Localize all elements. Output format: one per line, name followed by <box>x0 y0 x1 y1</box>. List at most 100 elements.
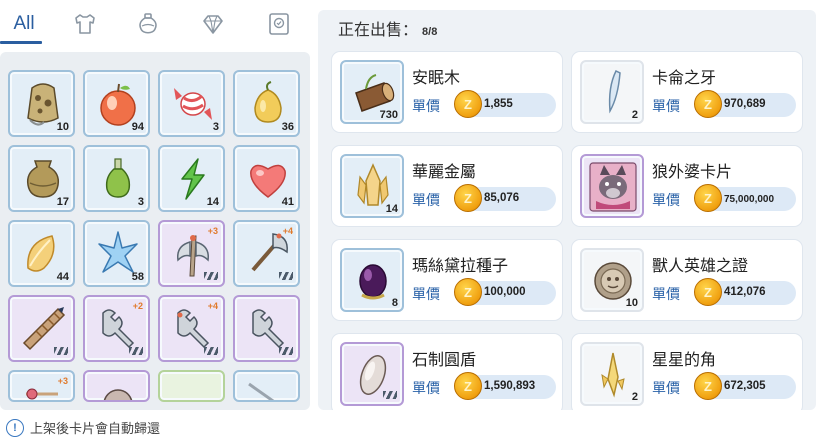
inventory-slot-9[interactable]: 44 <box>8 220 75 287</box>
listing-thumbnail <box>340 342 404 406</box>
auto-return-notice: ! 上架後卡片會自動歸還 <box>6 418 160 437</box>
item-grade-mark <box>383 391 397 399</box>
inventory-slot-1[interactable]: 10 <box>8 70 75 137</box>
inventory-panel[interactable]: 10 94 3 36 17 3 14 41 44 58 +3 +4 +2 +4 … <box>0 52 310 410</box>
shirt-icon <box>75 14 95 34</box>
listing-quantity: 2 <box>631 109 638 121</box>
unit-price-label: 單價 <box>652 381 680 397</box>
unit-price-label: 單價 <box>652 99 680 115</box>
listing-price: 412,076 <box>724 286 766 298</box>
listing-quantity: 8 <box>391 297 398 309</box>
listing-thumbnail: 730 <box>340 60 404 124</box>
listing-name: 狼外婆卡片 <box>652 162 733 181</box>
sale-count: 8/8 <box>422 26 438 38</box>
listing-name: 星星的角 <box>652 350 717 369</box>
card-icon <box>269 13 289 35</box>
slot-quantity: 3 <box>137 196 144 208</box>
listing-price: 100,000 <box>484 286 526 298</box>
wolf-card-icon <box>589 162 637 212</box>
inventory-slot-15[interactable]: +4 <box>158 295 225 362</box>
tab-consumable[interactable] <box>133 8 163 40</box>
zeny-coin-icon: Z <box>694 372 722 400</box>
inventory-slot-2[interactable]: 94 <box>83 70 150 137</box>
seed-icon <box>359 264 387 300</box>
listing-card[interactable]: 狼外婆卡片 單價 Z 75,000,000 <box>572 146 802 226</box>
listing-thumbnail: 8 <box>340 248 404 312</box>
slot-quantity: 94 <box>131 121 144 133</box>
listing-card[interactable]: 2 卡侖之牙 單價 Z 970,689 <box>572 52 802 132</box>
listing-name: 卡侖之牙 <box>652 68 717 87</box>
slot-quantity: 36 <box>281 121 294 133</box>
item-grade-mark <box>279 272 293 280</box>
zeny-coin-icon: Z <box>694 90 722 118</box>
listing-thumbnail: 10 <box>580 248 644 312</box>
listing-price: 672,305 <box>724 380 766 392</box>
unit-price-label: 單價 <box>412 287 440 303</box>
info-icon: ! <box>6 418 24 437</box>
inventory-slot-10[interactable]: 58 <box>83 220 150 287</box>
inventory-slot-16[interactable] <box>233 295 300 362</box>
slot-quantity: 41 <box>281 196 294 208</box>
inventory-tabs: All <box>0 0 310 46</box>
listing-card[interactable]: 14 華麗金屬 單價 Z 85,076 <box>332 146 562 226</box>
inventory-grid: 10 94 3 36 17 3 14 41 44 58 +3 +4 +2 +4 … <box>8 70 300 410</box>
slot-quantity: 44 <box>56 271 69 283</box>
inventory-slot-7[interactable]: 14 <box>158 145 225 212</box>
listing-thumbnail: 2 <box>580 60 644 124</box>
inventory-slot-5[interactable]: 17 <box>8 145 75 212</box>
listing-quantity: 730 <box>379 109 398 121</box>
slot-quantity: 3 <box>212 121 219 133</box>
sale-header: 正在出售： 8/8 <box>338 16 437 40</box>
listing-card[interactable]: 石制圓盾 單價 Z 1,590,893 <box>332 334 562 410</box>
listing-card[interactable]: 730 安眠木 單價 Z 1,855 <box>332 52 562 132</box>
inventory-slot-13[interactable] <box>8 295 75 362</box>
inventory-slot-3[interactable]: 3 <box>158 70 225 137</box>
inventory-slot-6[interactable]: 3 <box>83 145 150 212</box>
tab-all[interactable]: All <box>4 8 44 40</box>
staff-icon <box>26 388 58 400</box>
listing-thumbnail: 2 <box>580 342 644 406</box>
potion-icon <box>139 13 157 34</box>
listing-quantity: 10 <box>625 297 638 309</box>
tab-gem[interactable] <box>198 8 228 40</box>
inventory-slot-20[interactable] <box>233 370 300 402</box>
listing-name: 獸人英雄之證 <box>652 256 749 275</box>
listing-thumbnail <box>580 154 644 218</box>
inventory-slot-18[interactable] <box>83 370 150 402</box>
item-grade-mark <box>279 347 293 355</box>
inventory-slot-17[interactable]: +3 <box>8 370 75 402</box>
sale-panel: 正在出售： 8/8 730 安眠木 單價 Z 1,855 2 卡侖之牙 單價 Z <box>318 10 816 410</box>
listing-card[interactable]: 10 獸人英雄之證 單價 Z 412,076 <box>572 240 802 320</box>
inventory-slot-11[interactable]: +3 <box>158 220 225 287</box>
notice-text: 上架後卡片會自動歸還 <box>30 422 161 437</box>
zeny-coin-icon: Z <box>454 90 482 118</box>
inventory-slot-4[interactable]: 36 <box>233 70 300 137</box>
tab-armor[interactable] <box>70 8 100 40</box>
listing-name: 安眠木 <box>412 68 461 87</box>
listing-price: 1,855 <box>484 98 513 110</box>
item-grade-mark <box>129 347 143 355</box>
unit-price-label: 單價 <box>412 193 440 209</box>
listing-price: 1,590,893 <box>484 380 536 392</box>
listing-card[interactable]: 8 瑪絲黛拉種子 單價 Z 100,000 <box>332 240 562 320</box>
unit-price-label: 單價 <box>652 193 680 209</box>
tab-card[interactable] <box>264 8 294 40</box>
unit-price-label: 單價 <box>652 287 680 303</box>
listing-name: 瑪絲黛拉種子 <box>412 256 509 275</box>
slot-quantity: 10 <box>56 121 69 133</box>
inventory-slot-12[interactable]: +4 <box>233 220 300 287</box>
horn-icon <box>601 352 625 398</box>
zeny-coin-icon: Z <box>694 184 722 212</box>
listing-name: 華麗金屬 <box>412 162 477 181</box>
listing-price: 970,689 <box>724 98 766 110</box>
inventory-slot-14[interactable]: +2 <box>83 295 150 362</box>
zeny-coin-icon: Z <box>454 184 482 212</box>
unit-price-label: 單價 <box>412 381 440 397</box>
listing-card[interactable]: 2 星星的角 單價 Z 672,305 <box>572 334 802 410</box>
listing-name: 石制圓盾 <box>412 350 477 369</box>
inventory-slot-8[interactable]: 41 <box>233 145 300 212</box>
item-grade-mark <box>54 347 68 355</box>
item-grade-mark <box>204 272 218 280</box>
inventory-slot-19[interactable] <box>158 370 225 402</box>
bottle-icon <box>105 158 131 198</box>
